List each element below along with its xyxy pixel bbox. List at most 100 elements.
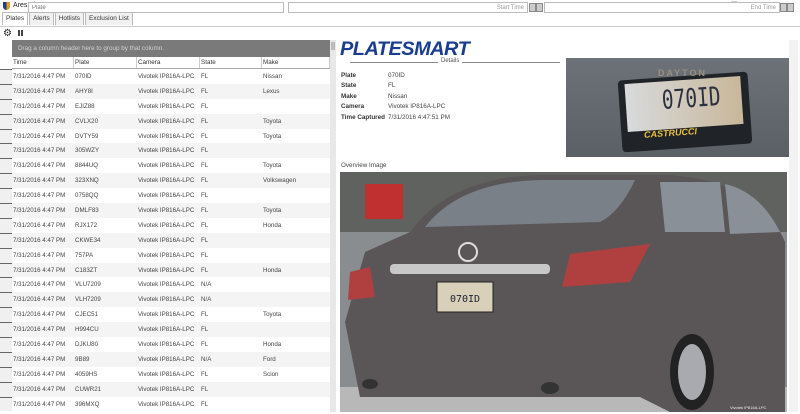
- row-selector[interactable]: [0, 143, 12, 159]
- tab-exclusion-list[interactable]: Exclusion List: [85, 12, 133, 25]
- row-selector[interactable]: [0, 98, 12, 114]
- table-row[interactable]: 7/31/2016 4:47 PM CKWE34 Vivotek IP816A-LP…: [0, 232, 330, 248]
- row-selector[interactable]: [0, 232, 12, 248]
- table-row[interactable]: 7/31/2016 4:47 PM CJEC51 Vivotek IP816A-LP…: [0, 307, 330, 323]
- table-row[interactable]: 7/31/2016 4:47 PM VLH7209 Vivotek IP816A-L…: [0, 292, 330, 308]
- cell-time: 7/31/2016 4:47 PM: [13, 326, 66, 334]
- table-row[interactable]: 7/31/2016 4:47 PM 305WZY Vivotek IP816A-LP…: [0, 143, 330, 159]
- table-row[interactable]: 7/31/2016 4:47 PM EJIZ88 Vivotek IP816A-LP…: [0, 98, 330, 114]
- grid-scrollbar[interactable]: [330, 40, 336, 412]
- table-row[interactable]: 7/31/2016 4:47 PM CVLX20 Vivotek IP816A-LP…: [0, 113, 330, 129]
- start-time-dropdown[interactable]: [536, 3, 543, 12]
- cell-make: Lexus: [263, 87, 280, 95]
- row-selector[interactable]: [0, 292, 12, 308]
- table-row[interactable]: 7/31/2016 4:47 PM 396MXQ Vivotek IP816A-LP…: [0, 396, 330, 412]
- table-row[interactable]: 7/31/2016 4:47 PM 4059HS Vivotek IP816A-LP…: [0, 366, 330, 382]
- row-selector[interactable]: [0, 381, 12, 397]
- end-time-input[interactable]: End Time: [544, 2, 780, 13]
- row-selector[interactable]: [0, 351, 12, 367]
- cell-time: 7/31/2016 4:47 PM: [13, 311, 66, 319]
- table-row[interactable]: 7/31/2016 4:47 PM 0758QQ Vivotek IP816A-LP…: [0, 188, 330, 204]
- column-header-state[interactable]: State: [200, 57, 262, 68]
- end-time-dropdown[interactable]: [787, 3, 794, 12]
- column-header-plate[interactable]: Plate: [74, 57, 137, 68]
- table-row[interactable]: 7/31/2016 4:47 PM CUWR21 Vivotek IP816A-LP…: [0, 381, 330, 397]
- cell-state: FL: [201, 236, 209, 244]
- table-row[interactable]: 7/31/2016 4:47 PM DVTY59 Vivotek IP816A-LP…: [0, 128, 330, 144]
- app-shield-icon: [3, 2, 10, 10]
- table-row[interactable]: 7/31/2016 4:47 PM 323XNQ Vivotek IP816A-LP…: [0, 173, 330, 189]
- column-header-time[interactable]: Time: [12, 57, 74, 68]
- table-row[interactable]: 7/31/2016 4:47 PM 8844UQ Vivotek IP816A-LP…: [0, 158, 330, 174]
- cell-state: FL: [201, 370, 209, 378]
- row-selector[interactable]: [0, 337, 12, 352]
- cell-make: Nissan: [263, 72, 282, 80]
- group-by-panel[interactable]: Drag a column header here to group by th…: [12, 40, 330, 57]
- cell-plate: DVTY59: [75, 132, 99, 140]
- row-selector[interactable]: [0, 277, 12, 293]
- cell-camera: Vivotek IP816A-LPC: [138, 370, 195, 378]
- row-selector[interactable]: [0, 173, 12, 189]
- grid-scroll-thumb[interactable]: [331, 42, 335, 50]
- column-header-make[interactable]: Make: [262, 57, 330, 68]
- cell-plate: 0758QQ: [75, 192, 99, 200]
- start-time-input[interactable]: Start Time: [288, 2, 528, 13]
- cell-state: FL: [201, 87, 209, 95]
- row-selector[interactable]: [0, 128, 12, 144]
- cell-time: 7/31/2016 4:47 PM: [13, 385, 66, 393]
- start-time-spinner[interactable]: [529, 3, 536, 12]
- cell-plate: CJEC51: [75, 311, 99, 319]
- cell-make: Honda: [263, 221, 282, 229]
- table-row[interactable]: 7/31/2016 4:47 PM H994CU Vivotek IP816A-LP…: [0, 322, 330, 338]
- tab-hotlists[interactable]: Hotlists: [54, 12, 85, 25]
- cell-camera: Vivotek IP816A-LPC: [138, 340, 195, 348]
- table-row[interactable]: 7/31/2016 4:47 PM DMLF83 Vivotek IP816A-LP…: [0, 203, 330, 218]
- row-selector[interactable]: [0, 188, 12, 204]
- row-selector[interactable]: [0, 322, 12, 338]
- row-selector[interactable]: [0, 247, 12, 263]
- table-row[interactable]: 7/31/2016 4:47 PM AHY8I Vivotek IP816A-LPC…: [0, 83, 330, 99]
- tab-alerts[interactable]: Alerts: [29, 12, 54, 25]
- table-row[interactable]: 7/31/2016 4:47 PM 070ID Vivotek IP816A-LPC…: [0, 69, 330, 84]
- plate-crop-top-text: DAYTON: [658, 68, 708, 78]
- pause-icon[interactable]: [18, 30, 23, 36]
- row-selector[interactable]: [0, 158, 12, 174]
- cell-state: FL: [201, 162, 209, 170]
- plate-value: 070ID: [388, 72, 405, 79]
- plate-crop-image: DAYTON 070ID CASTRUCCI: [566, 58, 790, 157]
- gear-icon[interactable]: ⚙: [3, 28, 12, 39]
- row-selector[interactable]: [0, 83, 12, 99]
- table-row[interactable]: 7/31/2016 4:47 PM 757PA Vivotek IP816A-LPC…: [0, 247, 330, 263]
- cell-plate: VLH7209: [75, 296, 101, 304]
- cell-time: 7/31/2016 4:47 PM: [13, 281, 66, 289]
- cell-plate: CKWE34: [75, 236, 101, 244]
- cell-plate: RJX172: [75, 221, 98, 229]
- cell-time: 7/31/2016 4:47 PM: [13, 102, 66, 110]
- table-row[interactable]: 7/31/2016 4:47 PM RJX172 Vivotek IP816A-LP…: [0, 217, 330, 233]
- overview-caption: Vivotek IP816A-LPC: [730, 405, 767, 410]
- tab-plates[interactable]: Plates: [2, 12, 29, 25]
- table-row[interactable]: 7/31/2016 4:47 PM VLU7209 Vivotek IP816A-L…: [0, 277, 330, 293]
- cell-plate: 8844UQ: [75, 162, 99, 170]
- cell-time: 7/31/2016 4:47 PM: [13, 296, 66, 304]
- end-time-spinner[interactable]: [780, 3, 787, 12]
- cell-make: Volkswagen: [263, 177, 297, 185]
- row-selector[interactable]: [0, 396, 12, 412]
- row-selector[interactable]: [0, 262, 12, 278]
- row-selector[interactable]: [0, 203, 12, 218]
- row-selector[interactable]: [0, 217, 12, 233]
- cell-time: 7/31/2016 4:47 PM: [13, 370, 66, 378]
- table-row[interactable]: 7/31/2016 4:47 PM 9B89 Vivotek IP816A-LPC N…: [0, 351, 330, 367]
- row-selector[interactable]: [0, 69, 12, 84]
- table-row[interactable]: 7/31/2016 4:47 PM DJKU80 Vivotek IP816A-LP…: [0, 337, 330, 352]
- cell-plate: 757PA: [75, 251, 94, 259]
- toolbar: [0, 26, 800, 40]
- table-row[interactable]: 7/31/2016 4:47 PM C183ZT Vivotek IP816A-LP…: [0, 262, 330, 278]
- plate-search-input[interactable]: [28, 2, 284, 13]
- row-selector[interactable]: [0, 307, 12, 323]
- column-header-camera[interactable]: Camera: [137, 57, 200, 68]
- cell-make: Toyota: [263, 117, 282, 125]
- details-scrollbar[interactable]: [789, 40, 798, 412]
- row-selector[interactable]: [0, 113, 12, 129]
- row-selector[interactable]: [0, 366, 12, 382]
